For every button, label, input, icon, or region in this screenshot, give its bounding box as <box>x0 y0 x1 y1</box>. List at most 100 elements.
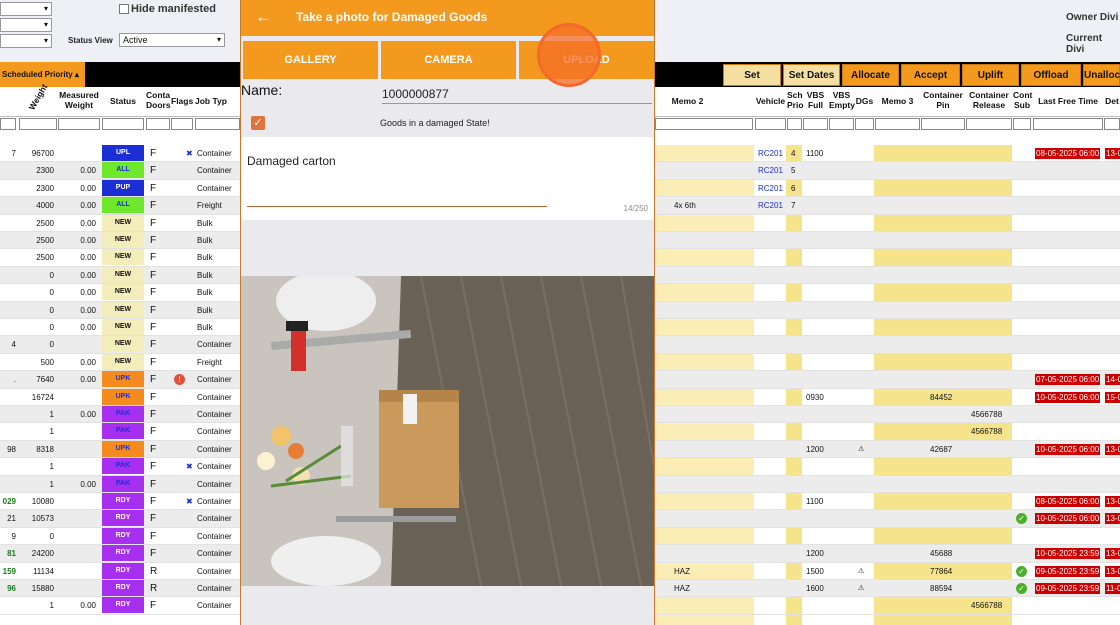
det-badge: 13-0 <box>1105 148 1120 159</box>
status-badge: NEW <box>102 353 144 370</box>
hide-manifested-checkbox[interactable] <box>119 4 129 14</box>
arrow-left-icon[interactable]: ← <box>255 0 272 34</box>
captured-photo <box>241 276 654 586</box>
cell-mw <box>58 145 96 162</box>
cell-c0: . <box>13 375 16 385</box>
col-last-free-time[interactable]: Last Free Time <box>1033 96 1103 106</box>
container-door-cell: F <box>150 304 157 316</box>
comment-text-area[interactable]: Damaged carton <box>247 154 336 168</box>
column-filter-input[interactable] <box>855 118 874 130</box>
cell-c0 <box>0 389 16 406</box>
cell-rel <box>971 528 1009 545</box>
column-filter-input[interactable] <box>655 118 753 130</box>
cell-job: Bulk <box>197 270 213 280</box>
col-vbs-full[interactable]: VBS Full <box>803 90 828 110</box>
cell-c0: 81 <box>7 549 16 559</box>
accept-button[interactable]: Accept <box>901 64 960 86</box>
column-filter-input[interactable] <box>0 118 16 130</box>
owner-division-label: Owner Divi <box>1066 12 1119 23</box>
col-dgs[interactable]: DGs <box>855 96 874 106</box>
uplift-button[interactable]: Uplift <box>962 64 1019 86</box>
det-badge: 13-0 <box>1105 548 1120 560</box>
tab-camera[interactable]: CAMERA <box>381 41 516 79</box>
column-filter-input[interactable] <box>102 118 144 130</box>
cell-veh <box>758 545 786 562</box>
cell-c0 <box>0 267 16 284</box>
col-container-release[interactable]: Container Release <box>966 90 1012 110</box>
column-filter-input[interactable] <box>787 118 802 130</box>
tab-gallery[interactable]: GALLERY <box>243 41 378 79</box>
cell-weight: 24200 <box>31 549 54 559</box>
col-memo3[interactable]: Memo 3 <box>875 96 920 106</box>
column-filter-input[interactable] <box>875 118 920 130</box>
set-division-button[interactable]: Set Division <box>723 64 781 103</box>
cell-veh <box>758 597 786 614</box>
filter-select-3[interactable]: ▾ <box>0 34 52 48</box>
cell-c0: 9 <box>11 531 16 541</box>
cell-last-free-time: 10-05-2025 06:00 <box>1035 441 1103 458</box>
cell-c0 <box>0 458 16 475</box>
col-job-type[interactable]: Job Typ <box>195 96 240 106</box>
cell-vbs <box>806 267 828 284</box>
cell-job: Container <box>197 166 232 176</box>
allocate-button[interactable]: Allocate <box>842 64 899 86</box>
status-view-select[interactable]: Active ▾ <box>119 33 225 47</box>
column-filter-input[interactable] <box>1104 118 1120 130</box>
cell-mw <box>58 545 96 562</box>
cell-pin <box>930 180 962 197</box>
flag-icon <box>186 319 194 336</box>
column-filter-input[interactable] <box>58 118 100 130</box>
cell-job: Bulk <box>197 305 213 315</box>
col-cont-sub[interactable]: Cont Sub <box>1013 90 1032 110</box>
column-filter-input[interactable] <box>829 118 854 130</box>
hazard-icon: ⚠ <box>858 445 865 453</box>
cell-det: 13-0 <box>1105 441 1120 458</box>
col-sch-prio[interactable]: Sch Prio <box>787 90 804 110</box>
column-filter-input[interactable] <box>966 118 1012 130</box>
name-input[interactable]: 1000000877 <box>382 87 652 104</box>
flag-icon <box>186 510 194 527</box>
cell-mw: 0.00 <box>80 323 96 332</box>
cell-det: 13-0 <box>1105 145 1120 162</box>
filter-select-1[interactable]: ▾ <box>0 2 52 16</box>
cell-weight: 2300 <box>36 166 54 176</box>
column-filter-input[interactable] <box>1013 118 1031 130</box>
column-filter-input[interactable] <box>195 118 240 130</box>
cell-vbs <box>806 354 828 371</box>
column-filter-input[interactable] <box>146 118 170 130</box>
column-filter-input[interactable] <box>171 118 193 130</box>
container-door-cell: F <box>150 513 157 525</box>
cell-job: Container <box>197 149 232 158</box>
col-container-pin[interactable]: Container Pin <box>921 90 965 110</box>
cell-c0 <box>0 180 16 197</box>
det-badge: 13-0 <box>1105 513 1120 525</box>
unallocate-button[interactable]: Unalloc <box>1083 64 1120 86</box>
cell-pin <box>930 215 962 232</box>
col-measured-weight[interactable]: Measured Weight <box>58 90 100 110</box>
status-badge: ALL <box>102 162 144 179</box>
column-filter-input[interactable] <box>19 118 57 130</box>
cell-veh <box>758 284 786 301</box>
filter-select-2[interactable]: ▾ <box>0 18 52 32</box>
column-filter-input[interactable] <box>755 118 786 130</box>
col-vbs-empty[interactable]: VBS Empty <box>829 90 855 110</box>
cell-veh <box>758 458 786 475</box>
col-vehicle[interactable]: Vehicle <box>755 96 786 106</box>
column-filter-input[interactable] <box>803 118 828 130</box>
cell-job: Container <box>197 566 232 576</box>
column-filter-input[interactable] <box>921 118 965 130</box>
cell-memo2 <box>674 528 734 545</box>
offload-button[interactable]: Offload <box>1021 64 1081 86</box>
col-container-doors[interactable]: Conta Doors <box>146 90 171 110</box>
cell-veh <box>758 267 786 284</box>
col-det[interactable]: Det <box>1104 96 1120 106</box>
col-memo2[interactable]: Memo 2 <box>655 96 720 106</box>
cell-sch <box>791 510 801 527</box>
col-status[interactable]: Status <box>102 96 144 106</box>
column-filter-input[interactable] <box>1033 118 1103 130</box>
container-door-cell: F <box>150 148 157 159</box>
damaged-checkbox[interactable]: ✓ <box>251 116 265 130</box>
cell-memo2 <box>674 232 734 249</box>
col-flags[interactable]: Flags <box>171 96 193 106</box>
set-dates-button[interactable]: Set Dates <box>783 64 840 86</box>
